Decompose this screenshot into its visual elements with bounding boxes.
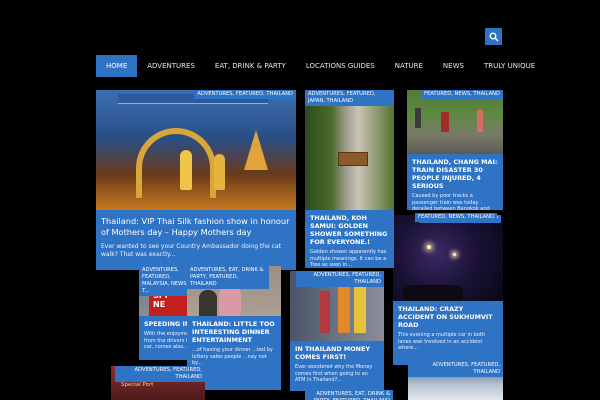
nav-locations-guides[interactable]: LOCATIONS GUIDES <box>296 55 385 77</box>
post-tags[interactable]: ADVENTURES, EAT, DRINK & PARTY, FEATURED… <box>187 266 269 289</box>
nav-nature[interactable]: NATURE <box>385 55 433 77</box>
dancer-figure <box>180 150 192 190</box>
post-card-bottom-right[interactable]: ADVENTURES, FEATURED, THAILAND <box>408 361 503 400</box>
post-body: THAILAND, CHANG MAI: TRAIN DISASTER 30 P… <box>407 154 503 210</box>
post-card-train-disaster[interactable]: FEATURED, NEWS, THAILAND THAILAND, CHANG… <box>407 90 503 210</box>
post-tags[interactable]: FEATURED, NEWS, THAILAND <box>420 90 503 99</box>
post-image-tree <box>305 90 394 215</box>
search-button[interactable] <box>485 28 502 45</box>
post-excerpt: ...of having your dinner ...ted by lotte… <box>192 347 273 366</box>
post-card-silk-fashion[interactable]: ADVENTURES, FEATURED, THAILAND Thailand:… <box>96 90 296 270</box>
atm-machine-decoration <box>320 291 330 333</box>
post-tags[interactable]: FEATURED, NEWS, THAILAND <box>415 213 498 222</box>
golden-spire-decoration <box>244 130 268 170</box>
post-card-crazy-accident[interactable]: FEATURED, NEWS, THAILAND THAILAND: CRAZY… <box>393 215 503 365</box>
atm-machine-decoration <box>354 287 366 333</box>
post-image-train <box>407 90 503 154</box>
post-title[interactable]: THAILAND, KOH SAMUI: GOLDEN SHOWER SOMET… <box>310 214 389 246</box>
post-body: Thailand: VIP Thai Silk fashion show in … <box>96 210 296 270</box>
street-light-decoration <box>427 245 431 249</box>
nav-truly-unique[interactable]: TRULY UNIQUE <box>474 55 545 77</box>
post-tags[interactable]: ADVENTURES, EAT, DRINK & PARTY, FEATURED… <box>305 390 393 400</box>
atm-machine-decoration <box>338 287 350 333</box>
post-excerpt: Caused by poor tracks a passenger train … <box>412 193 490 210</box>
post-image-stage <box>96 90 296 210</box>
post-tags[interactable]: ADVENTURES, FEATURED, JAPAN, THAILAND <box>305 90 394 106</box>
post-card-koh-samui[interactable]: ADVENTURES, FEATURED, JAPAN, THAILAND TH… <box>305 90 394 268</box>
search-icon <box>489 32 498 41</box>
post-title[interactable]: IN THAILAND MONEY COMES FIRST! <box>295 345 379 361</box>
post-card-atm-money[interactable]: ADVENTURES, FEATURED, THAILAND IN THAILA… <box>290 271 384 391</box>
banner-text: Special Port <box>121 382 154 388</box>
post-image-night-street <box>393 215 503 311</box>
post-body: IN THAILAND MONEY COMES FIRST! Ever wond… <box>290 341 384 391</box>
post-title[interactable]: THAILAND, CHANG MAI: TRAIN DISASTER 30 P… <box>412 158 498 190</box>
street-light-decoration <box>453 253 456 256</box>
post-tags[interactable]: ADVENTURES, FEATURED, THAILAND <box>408 361 503 377</box>
people-figures-decoration <box>441 112 449 132</box>
post-title[interactable]: THAILAND: LITTLE TOO INTERESTING DINNER … <box>192 320 276 344</box>
post-card-bottom-left[interactable]: Special Port ADVENTURES, FEATURED, THAIL… <box>111 366 205 400</box>
post-title[interactable]: THAILAND: CRAZY ACCIDENT ON SUKHUMVIT RO… <box>398 305 498 329</box>
main-navigation: HOME ADVENTURES EAT, DRINK & PARTY LOCAT… <box>96 55 545 77</box>
post-title[interactable]: SPEEDING IN <box>144 320 192 328</box>
people-figures-decoration <box>415 108 421 128</box>
dancer-figure <box>214 154 225 190</box>
post-tags[interactable]: ADVENTURES, FEATURED, THAILAND <box>194 90 296 99</box>
post-tags[interactable]: ADVENTURES, FEATURED, THAILAND <box>115 366 205 382</box>
post-body: THAILAND, KOH SAMUI: GOLDEN SHOWER SOMET… <box>305 210 394 268</box>
post-tags[interactable]: ADVENTURES, FEATURED, THAILAND <box>296 271 384 287</box>
nav-adventures[interactable]: ADVENTURES <box>137 55 205 77</box>
post-excerpt: This evening a multiple car in both lane… <box>398 332 486 351</box>
post-card-bottom-middle[interactable]: ADVENTURES, EAT, DRINK & PARTY, FEATURED… <box>285 390 393 400</box>
post-excerpt: Ever wondered why the Money comes first … <box>295 364 373 383</box>
post-excerpt: Ever wanted to see your Country Ambassad… <box>101 243 282 258</box>
nav-eat-drink-party[interactable]: EAT, DRINK & PARTY <box>205 55 296 77</box>
post-title[interactable]: Thailand: VIP Thai Silk fashion show in … <box>101 216 291 237</box>
post-body: THAILAND: CRAZY ACCIDENT ON SUKHUMVIT RO… <box>393 301 503 365</box>
nav-news[interactable]: NEWS <box>433 55 474 77</box>
post-excerpt: Golden shower apparently has multiple me… <box>310 249 387 268</box>
wooden-sign-decoration <box>338 152 368 166</box>
post-excerpt: With the enjoymen from the drivers in ca… <box>144 331 192 350</box>
nav-home[interactable]: HOME <box>96 55 138 77</box>
people-figures-decoration <box>477 110 483 132</box>
golden-arch-decoration <box>136 128 216 198</box>
